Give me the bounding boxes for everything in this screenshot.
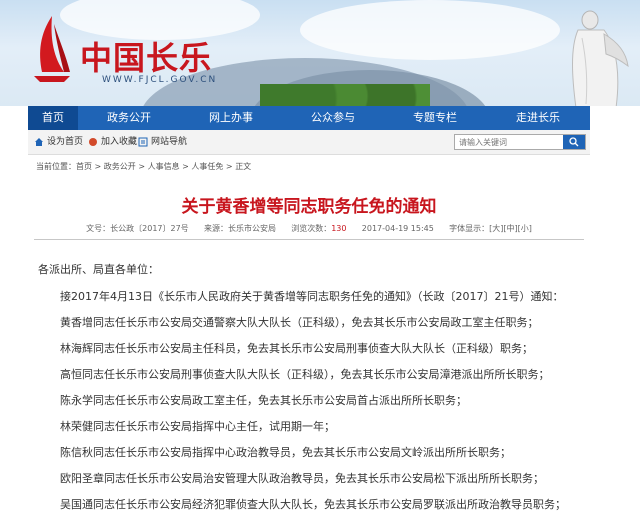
site-banner: 中国长乐 WWW.FJCL.GOV.CN xyxy=(0,0,640,106)
favorite-icon xyxy=(89,138,97,146)
views-count: 130 xyxy=(331,224,347,233)
set-homepage-label: 设为首页 xyxy=(47,137,84,147)
search-icon xyxy=(569,137,579,147)
site-nav-link[interactable]: 网站导航 xyxy=(138,130,187,154)
salutation: 各派出所、局直各单位： xyxy=(38,263,159,276)
font-size-switcher[interactable]: 字体显示：[大][中][小] xyxy=(449,224,532,233)
statue-icon xyxy=(572,10,629,106)
utility-toolbar: 设为首页 加入收藏 网站导航 xyxy=(28,130,590,155)
paragraph: 林荣健同志任长乐市公安局指挥中心主任，试用期一年； xyxy=(60,420,335,433)
article-source: 来源：长乐市公安局 xyxy=(203,224,276,233)
sitemap-icon xyxy=(138,137,148,147)
trees-decoration xyxy=(260,84,430,106)
breadcrumb-link-appointments[interactable]: 人事任免 xyxy=(191,162,223,171)
search-input[interactable] xyxy=(455,135,563,149)
add-favorite-label: 加入收藏 xyxy=(101,137,138,147)
publish-date: 2017-04-19 15:45 xyxy=(361,224,434,233)
views-label: 浏览次数： xyxy=(291,224,332,233)
add-favorite-link[interactable]: 加入收藏 xyxy=(88,130,137,154)
search-button[interactable] xyxy=(563,135,585,149)
paragraph: 陈永学同志任长乐市公安局政工室主任，免去其长乐市公安局首占派出所所长职务； xyxy=(60,394,467,407)
home-icon xyxy=(35,138,43,146)
article-content: 当前位置：首页 > 政务公开 > 人事信息 > 人事任免 > 正文 关于黄香增等… xyxy=(28,155,590,514)
breadcrumb-prefix: 当前位置： xyxy=(36,162,76,171)
nav-item-government-affairs[interactable]: 政务公开 xyxy=(78,106,180,130)
cloud-decoration xyxy=(300,0,560,60)
breadcrumb-current: 正文 xyxy=(235,162,252,171)
paragraph: 黄香增同志任长乐市公安局交通警察大队大队长（正科级），免去其长乐市公安局政工室主… xyxy=(60,316,539,329)
nav-item-public-participation[interactable]: 公众参与 xyxy=(282,106,384,130)
nav-item-online-services[interactable]: 网上办事 xyxy=(180,106,282,130)
paragraph: 接2017年4月13日《长乐市人民政府关于黄香增等同志职务任免的通知》（长政〔2… xyxy=(60,290,564,303)
paragraph: 林海辉同志任长乐市公安局主任科员，免去其长乐市公安局刑事侦查大队大队长（正科级）… xyxy=(60,342,533,355)
set-homepage-link[interactable]: 设为首页 xyxy=(34,130,83,154)
site-url: WWW.FJCL.GOV.CN xyxy=(102,75,218,85)
site-logo-text[interactable]: 中国长乐 xyxy=(80,33,212,79)
search-box xyxy=(454,134,586,150)
nav-item-home[interactable]: 首页 xyxy=(28,106,78,130)
breadcrumb: 当前位置：首页 > 政务公开 > 人事信息 > 人事任免 > 正文 xyxy=(36,162,252,171)
breadcrumb-link-home[interactable]: 首页 xyxy=(76,162,92,171)
sail-logo-icon[interactable] xyxy=(30,14,74,84)
article-meta: 文号：长公政〔2017〕27号 来源：长乐市公安局 浏览次数：130 2017-… xyxy=(28,223,590,234)
breadcrumb-link-government-affairs[interactable]: 政务公开 xyxy=(104,162,136,171)
paragraph: 欧阳圣章同志任长乐市公安局治安管理大队政治教导员，免去其长乐市公安局松下派出所所… xyxy=(60,472,544,485)
title-divider xyxy=(34,239,584,240)
paragraph: 吴国通同志任长乐市公安局经济犯罪侦查大队大队长，免去其长乐市公安局罗联派出所政治… xyxy=(60,498,566,511)
paragraph: 高恒同志任长乐市公安局刑事侦查大队大队长（正科级），免去其长乐市公安局漳港派出所… xyxy=(60,368,550,381)
paragraph: 陈信秋同志任长乐市公安局指挥中心政治教导员，免去其长乐市公安局文岭派出所所长职务… xyxy=(60,446,511,459)
doc-number: 文号：长公政〔2017〕27号 xyxy=(86,224,189,233)
breadcrumb-link-personnel-info[interactable]: 人事信息 xyxy=(148,162,180,171)
main-nav: 首页 政务公开 网上办事 公众参与 专题专栏 走进长乐 xyxy=(28,106,590,130)
article-title: 关于黄香增等同志职务任免的通知 xyxy=(181,197,437,217)
nav-item-special-topics[interactable]: 专题专栏 xyxy=(384,106,486,130)
nav-item-about-changle[interactable]: 走进长乐 xyxy=(486,106,590,130)
site-nav-label: 网站导航 xyxy=(151,137,188,147)
